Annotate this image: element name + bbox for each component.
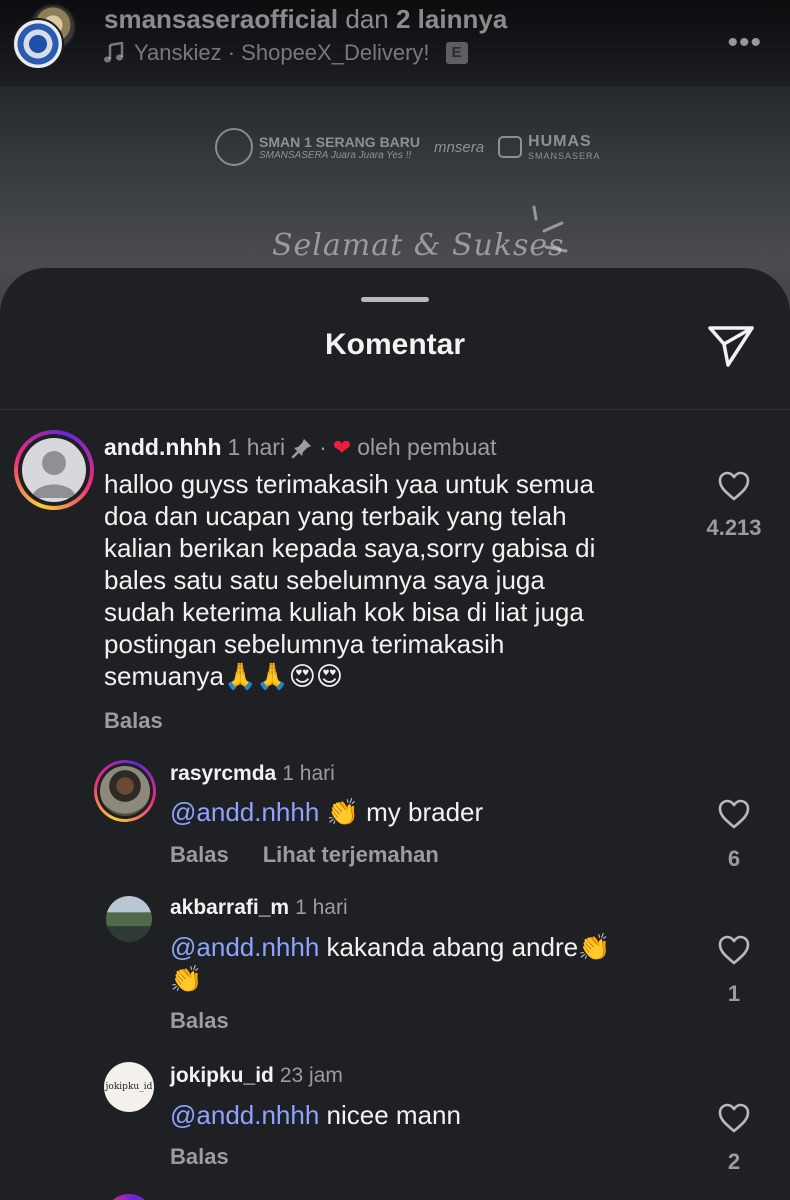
comment-text: halloo guyss terimakasih yaa untuk semua… bbox=[104, 468, 674, 692]
mention-link[interactable]: @andd.nhhh bbox=[170, 932, 319, 962]
avatar-logo-text: jokipku_id bbox=[105, 1082, 153, 1092]
by-creator-label: oleh pembuat bbox=[357, 434, 497, 460]
more-horizontal-icon[interactable]: ••• bbox=[727, 26, 762, 60]
comment-time: 23 jam bbox=[279, 1064, 343, 1087]
comment-line: halloo guyss terimakasih yaa untuk semua bbox=[104, 469, 594, 499]
mention-link[interactable]: @andd.nhhh bbox=[170, 797, 319, 827]
comment-time: 1 hari bbox=[227, 434, 286, 460]
comment-emojis: 🙏🙏😍😍 bbox=[223, 661, 343, 691]
heart-outline-icon[interactable] bbox=[717, 470, 751, 502]
music-label: Yanskiez · ShopeeX_Delivery! bbox=[134, 40, 430, 65]
comment-separator-dot: · bbox=[319, 434, 327, 460]
music-note-icon bbox=[104, 42, 124, 63]
like-count: 6 bbox=[727, 846, 741, 871]
comment-text-body: 👏 my brader bbox=[326, 797, 484, 827]
comment-username[interactable]: akbarrafi_m bbox=[170, 896, 289, 920]
comment-text-body: nicee mann bbox=[326, 1100, 461, 1130]
story-ring[interactable] bbox=[14, 430, 94, 510]
comment-header: andd.nhhh 1 hari · ❤ oleh pembuat bbox=[104, 434, 497, 461]
msera-logo: mnsera bbox=[434, 138, 485, 156]
comment-time: 1 hari bbox=[282, 762, 335, 785]
comment-line: bales satu satu sebelumnya saya juga bbox=[104, 565, 545, 595]
comment-actions: Balas bbox=[170, 1144, 229, 1170]
humas-logo: HUMAS SMANSASERA bbox=[498, 133, 601, 161]
comment-header: akbarrafi_m 1 hari bbox=[170, 896, 348, 920]
comment-item: andd.nhhh 1 hari · ❤ oleh pembuat halloo… bbox=[0, 430, 790, 733]
avatar[interactable] bbox=[106, 896, 152, 942]
post-connector: dan bbox=[345, 4, 389, 34]
next-comment-avatar-partial[interactable] bbox=[104, 1194, 154, 1200]
reply-button[interactable]: Balas bbox=[104, 708, 163, 734]
humas-logo-name: HUMAS bbox=[528, 133, 592, 150]
comment-actions: Balas bbox=[170, 1008, 229, 1034]
post-others[interactable]: 2 lainnya bbox=[396, 4, 507, 34]
comment-username[interactable]: andd.nhhh bbox=[104, 434, 222, 461]
post-slogan: Selamat & Sukses bbox=[272, 228, 565, 263]
default-user-icon bbox=[32, 451, 76, 498]
like-count: 1 bbox=[727, 981, 741, 1006]
comment-line: postingan sebelumnya terimakasih bbox=[104, 629, 505, 659]
reply-item: akbarrafi_m 1 hari @andd.nhhh kakanda ab… bbox=[0, 894, 790, 1044]
pin-icon bbox=[291, 438, 312, 458]
heart-outline-icon[interactable] bbox=[717, 798, 751, 830]
comment-text-body: kakanda abang andre👏 bbox=[326, 932, 611, 962]
school-emblem-icon bbox=[215, 128, 253, 166]
comment-actions: Balas bbox=[104, 708, 163, 734]
comment-username[interactable]: jokipku_id bbox=[170, 1064, 274, 1088]
school-logo-name: SMAN 1 SERANG BARU bbox=[259, 133, 421, 150]
comment-header: jokipku_id 23 jam bbox=[170, 1064, 343, 1088]
reply-item: rasyrcmda 1 hari @andd.nhhh 👏 my brader … bbox=[0, 760, 790, 880]
post-logos: SMAN 1 SERANG BARU SMANSASERA Juara Juar… bbox=[215, 124, 615, 170]
reply-button[interactable]: Balas bbox=[170, 1144, 229, 1170]
poster-avatar-stack[interactable] bbox=[12, 4, 78, 70]
sheet-divider bbox=[0, 409, 790, 410]
sparkle-lines-icon bbox=[532, 205, 568, 253]
explicit-badge: E bbox=[445, 42, 468, 64]
like-count: 2 bbox=[727, 1149, 741, 1174]
reply-button[interactable]: Balas bbox=[170, 1008, 229, 1034]
like-count: 4.213 bbox=[706, 515, 762, 540]
comment-header: rasyrcmda 1 hari bbox=[170, 762, 335, 786]
comment-text: @andd.nhhh 👏 my brader bbox=[170, 796, 690, 828]
sheet-title: Komentar bbox=[324, 328, 466, 361]
post-username[interactable]: smansaseraofficial bbox=[104, 4, 338, 34]
comment-text: @andd.nhhh nicee mann bbox=[170, 1099, 690, 1131]
sheet-grabber[interactable] bbox=[361, 297, 429, 302]
send-paper-plane-icon[interactable] bbox=[707, 324, 755, 368]
comment-line: doa dan ucapan yang terbaik yang telah bbox=[104, 501, 567, 531]
school-logo-tagline: SMANSASERA Juara Juara Yes !! bbox=[259, 149, 412, 161]
comment-line: semuanya bbox=[104, 661, 224, 691]
poster-avatar bbox=[12, 18, 64, 70]
comment-text: @andd.nhhh kakanda abang andre👏 👏 bbox=[170, 931, 710, 995]
chat-bubble-icon bbox=[498, 136, 523, 158]
post-author-line[interactable]: smansaseraofficial dan 2 lainnya bbox=[104, 4, 507, 35]
comment-line: sudah keterima kuliah kok bisa di liat j… bbox=[104, 597, 584, 627]
avatar bbox=[100, 766, 150, 816]
story-ring[interactable] bbox=[94, 760, 156, 822]
reply-item: jokipku_id jokipku_id 23 jam @andd.nhhh … bbox=[0, 1062, 790, 1182]
reply-button[interactable]: Balas bbox=[170, 842, 229, 868]
heart-outline-icon[interactable] bbox=[717, 934, 751, 966]
comments-sheet: Komentar andd.nhhh 1 hari · ❤ oleh pembu… bbox=[0, 268, 790, 1200]
avatar bbox=[22, 438, 86, 502]
mention-link[interactable]: @andd.nhhh bbox=[170, 1100, 319, 1130]
humas-logo-sub: SMANSASERA bbox=[528, 151, 601, 161]
comment-text-continuation: 👏 bbox=[170, 964, 203, 994]
avatar[interactable]: jokipku_id bbox=[104, 1062, 154, 1112]
post-header: smansaseraofficial dan 2 lainnya Yanskie… bbox=[0, 0, 790, 86]
school-logo: SMAN 1 SERANG BARU SMANSASERA Juara Juar… bbox=[215, 128, 420, 166]
comment-username[interactable]: rasyrcmda bbox=[170, 762, 276, 786]
comment-actions: Balas Lihat terjemahan bbox=[170, 842, 439, 868]
heart-outline-icon[interactable] bbox=[717, 1102, 751, 1134]
comment-line: kalian berikan kepada saya,sorry gabisa … bbox=[104, 533, 596, 563]
comment-time: 1 hari bbox=[295, 896, 348, 919]
translate-button[interactable]: Lihat terjemahan bbox=[263, 842, 439, 868]
post-music[interactable]: Yanskiez · ShopeeX_Delivery! E bbox=[104, 40, 468, 66]
creator-heart-icon: ❤ bbox=[332, 434, 352, 460]
